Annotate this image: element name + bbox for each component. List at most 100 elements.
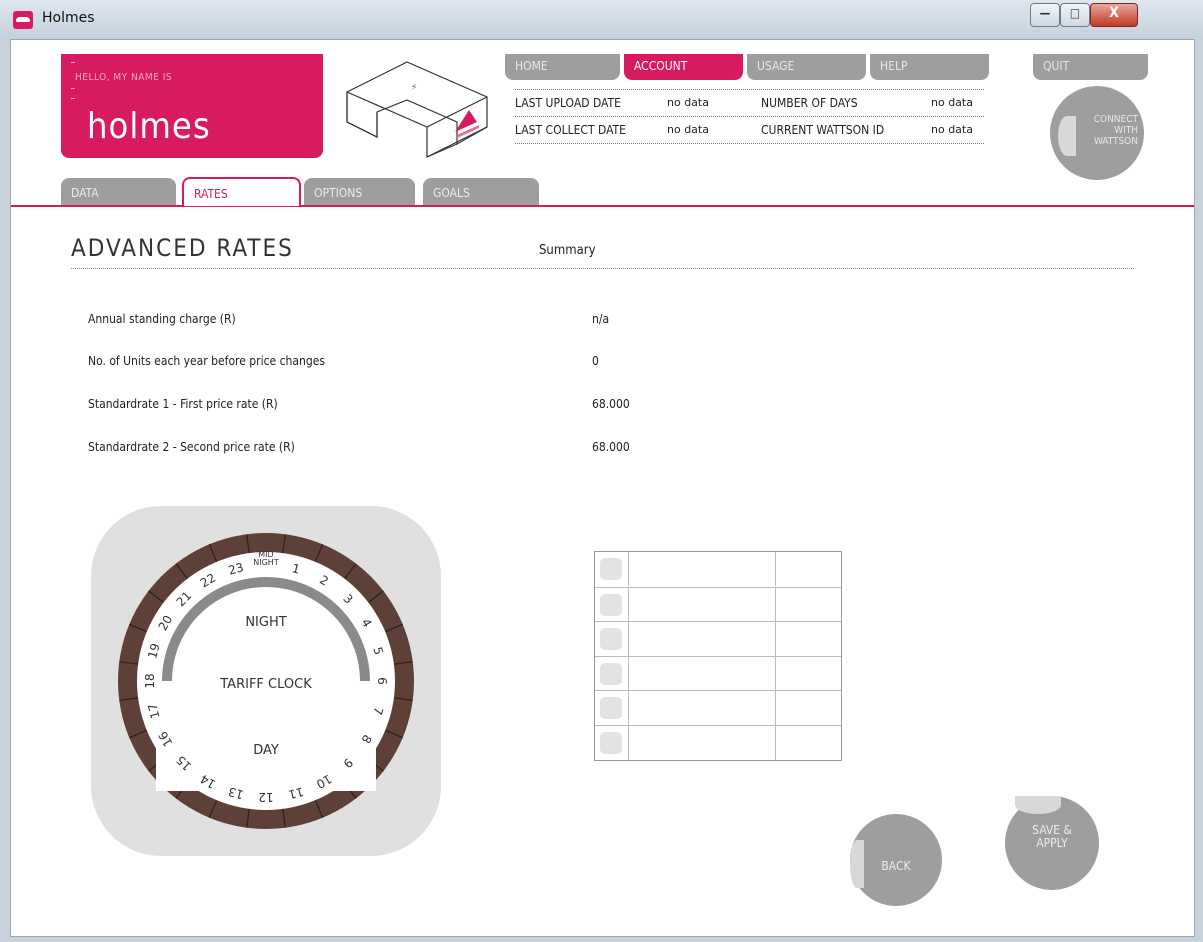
tab-options[interactable]: OPTIONS xyxy=(304,178,415,206)
tariff-cell-rate[interactable] xyxy=(775,691,776,726)
tariff-row[interactable] xyxy=(595,655,841,691)
client-area: HELLO, MY NAME IS holmes ⚡ HOME ACCOUNT … xyxy=(10,39,1195,937)
maximize-icon: □ xyxy=(1069,6,1081,20)
nav-quit[interactable]: QUIT xyxy=(1033,54,1148,80)
tariff-cell-start[interactable] xyxy=(628,726,629,760)
tariff-clock[interactable]: 1234567891011121314151617181920212223 MI… xyxy=(91,506,441,856)
nav-account[interactable]: ACCOUNT xyxy=(624,54,743,80)
wattson-id-label: CURRENT WATTSON ID xyxy=(761,123,885,137)
window-title: Holmes xyxy=(42,10,95,26)
connect-label: CONNECT WITH WATTSON xyxy=(1050,114,1138,147)
tab-rates-label: RATES xyxy=(194,187,228,201)
wattson-device-icon: ⚡ xyxy=(346,61,488,158)
last-upload-label: LAST UPLOAD DATE xyxy=(515,96,621,110)
back-button[interactable]: BACK xyxy=(850,814,942,906)
num-days-label: NUMBER OF DAYS xyxy=(761,96,858,110)
tariff-row[interactable] xyxy=(595,586,841,622)
last-collect-label: LAST COLLECT DATE xyxy=(515,123,626,137)
tariff-cell-rate[interactable] xyxy=(775,587,776,622)
divider xyxy=(71,268,1134,269)
page-curl-decoration xyxy=(1015,796,1061,814)
dash-decoration xyxy=(71,98,75,99)
night-label: NIGHT xyxy=(245,615,286,630)
account-info-panel: LAST UPLOAD DATE no data NUMBER OF DAYS … xyxy=(515,89,984,144)
nav-usage-label: USAGE xyxy=(757,59,795,73)
app-window: Holmes — □ X HELLO, MY NAME IS holmes ⚡ … xyxy=(0,0,1203,942)
tab-goals[interactable]: GOALS xyxy=(423,178,539,206)
clock-hour-label: 18 xyxy=(143,673,157,688)
day-label: DAY xyxy=(253,743,279,758)
tariff-cell-start[interactable] xyxy=(628,622,629,657)
nav-quit-label: QUIT xyxy=(1043,59,1070,73)
name-tag: HELLO, MY NAME IS holmes xyxy=(61,54,323,158)
tariff-row-checkbox[interactable] xyxy=(600,662,622,685)
nav-home[interactable]: HOME xyxy=(505,54,620,80)
save-label-line: APPLY xyxy=(1036,836,1068,850)
tab-rates[interactable]: RATES xyxy=(182,177,301,206)
tariff-row[interactable] xyxy=(595,552,841,586)
tariff-cell-start[interactable] xyxy=(628,691,629,726)
tariff-cell-rate[interactable] xyxy=(775,552,776,586)
rate-value: 68.000 xyxy=(592,397,630,411)
connect-wattson-button[interactable]: CONNECT WITH WATTSON xyxy=(1050,86,1144,180)
rate-value: 68.000 xyxy=(592,440,630,454)
tab-goals-label: GOALS xyxy=(433,186,470,200)
tariff-row[interactable] xyxy=(595,690,841,726)
tariff-cell-start[interactable] xyxy=(628,552,629,586)
back-label: BACK xyxy=(881,859,911,873)
rate-label: Annual standing charge (R) xyxy=(88,312,236,326)
tariff-row-checkbox[interactable] xyxy=(600,697,622,720)
last-upload-value: no data xyxy=(667,96,709,109)
close-button[interactable]: X xyxy=(1090,3,1138,27)
save-apply-label: SAVE & APPLY xyxy=(1005,824,1099,850)
tariff-cell-start[interactable] xyxy=(628,587,629,622)
rate-value: 0 xyxy=(592,354,599,368)
tab-data-label: DATA xyxy=(71,186,99,200)
tariff-row-checkbox[interactable] xyxy=(600,628,622,651)
nav-help-label: HELP xyxy=(880,59,908,73)
dash-decoration xyxy=(71,62,75,63)
info-row: LAST UPLOAD DATE no data NUMBER OF DAYS … xyxy=(515,89,984,116)
maximize-button[interactable]: □ xyxy=(1060,3,1090,27)
info-row: LAST COLLECT DATE no data CURRENT WATTSO… xyxy=(515,116,984,144)
tariff-row-checkbox[interactable] xyxy=(600,593,622,616)
tariff-cell-rate[interactable] xyxy=(775,726,776,760)
close-icon: X xyxy=(1109,5,1119,21)
connect-label-line: CONNECT xyxy=(1093,114,1138,125)
rate-label: No. of Units each year before price chan… xyxy=(88,354,325,368)
brand-name: holmes xyxy=(87,106,211,147)
tariff-row[interactable] xyxy=(595,621,841,657)
tariff-table xyxy=(594,551,842,761)
nav-help[interactable]: HELP xyxy=(870,54,989,80)
tab-data[interactable]: DATA xyxy=(61,178,176,206)
tariff-row-checkbox[interactable] xyxy=(600,732,622,754)
tariff-clock-label: TARIFF CLOCK xyxy=(219,677,312,692)
connect-label-line: WITH xyxy=(1114,125,1138,136)
wattson-id-value: no data xyxy=(931,123,973,136)
nav-account-label: ACCOUNT xyxy=(634,59,688,73)
page-title: ADVANCED RATES xyxy=(71,234,294,262)
tariff-cell-rate[interactable] xyxy=(775,622,776,657)
rate-label: Standardrate 1 - First price rate (R) xyxy=(88,397,278,411)
nav-home-label: HOME xyxy=(515,59,548,73)
rate-label: Standardrate 2 - Second price rate (R) xyxy=(88,440,295,454)
clock-hour-label: 12 xyxy=(258,790,273,804)
minimize-icon: — xyxy=(1039,6,1051,20)
tariff-cell-start[interactable] xyxy=(628,656,629,691)
tariff-row[interactable] xyxy=(595,725,841,760)
nav-usage[interactable]: USAGE xyxy=(747,54,866,80)
minimize-button[interactable]: — xyxy=(1030,3,1060,27)
tariff-row-checkbox[interactable] xyxy=(600,558,622,580)
tariff-cell-rate[interactable] xyxy=(775,656,776,691)
last-collect-value: no data xyxy=(667,123,709,136)
connect-label-line: WATTSON xyxy=(1093,136,1138,147)
save-apply-button[interactable]: SAVE & APPLY xyxy=(1005,796,1099,890)
dash-decoration xyxy=(71,88,75,89)
app-icon xyxy=(13,11,33,29)
midnight-label: NIGHT xyxy=(253,558,279,567)
num-days-value: no data xyxy=(931,96,973,109)
clock-hour-label: 6 xyxy=(375,677,389,685)
tariff-clock-panel: 1 2 3 4 5 6 7 8 9 10 11 12 13 14 15 16 17 18 19 20 21 22 23 MI… xyxy=(91,506,441,856)
tab-options-label: OPTIONS xyxy=(314,186,363,200)
summary-label: Summary xyxy=(539,243,596,258)
